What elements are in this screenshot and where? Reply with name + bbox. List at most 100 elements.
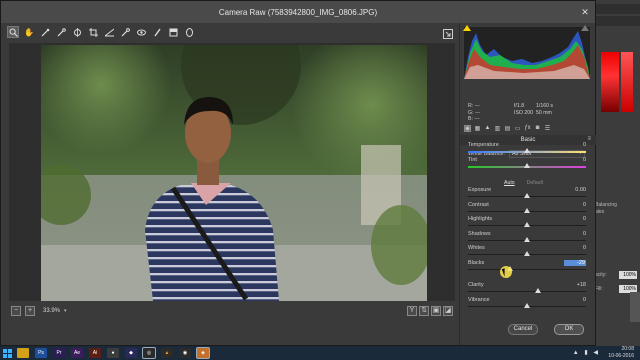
zoom-level[interactable]: 33.9%: [43, 308, 60, 314]
toggle-settings-button[interactable]: ◪: [443, 306, 453, 316]
panel-menu-icon[interactable]: ≡: [587, 136, 591, 142]
swap-settings-button[interactable]: ⇅: [419, 306, 429, 316]
zoom-tool-icon[interactable]: [7, 26, 19, 38]
file-explorer-icon[interactable]: [17, 348, 29, 358]
rgb-readout: R: --- G: --- B: ---: [468, 103, 480, 123]
photo-preview[interactable]: [41, 45, 427, 301]
slider-value[interactable]: 0: [564, 142, 586, 148]
vlc-icon[interactable]: ▲: [161, 348, 173, 358]
slider-value[interactable]: 0: [564, 157, 586, 163]
highlight-clipping-warning-icon[interactable]: [581, 25, 589, 31]
chevron-down-icon[interactable]: ▾: [64, 308, 67, 314]
fullscreen-toggle-icon[interactable]: [443, 26, 453, 44]
slider-thumb[interactable]: [524, 222, 530, 227]
b-label: B:: [468, 116, 473, 123]
slider-thumb[interactable]: [524, 251, 530, 256]
before-after-y-button[interactable]: Y: [407, 306, 417, 316]
photo-image: [41, 45, 427, 301]
tab-presets-icon[interactable]: ☰: [544, 125, 551, 132]
clock[interactable]: 20:08 10-06-2016: [608, 346, 634, 360]
targeted-adjustment-tool-icon[interactable]: [71, 26, 83, 38]
zoom-in-button[interactable]: +: [25, 306, 35, 316]
crop-tool-icon[interactable]: [87, 26, 99, 38]
view-buttons: Y ⇅ ▣ ◪: [407, 306, 453, 316]
graduated-filter-icon[interactable]: [167, 26, 179, 38]
slider-thumb[interactable]: [524, 303, 530, 308]
slider-value-active[interactable]: -29: [564, 260, 586, 266]
g-value: ---: [474, 109, 481, 116]
color-swatch-alt[interactable]: [621, 52, 633, 112]
auto-link[interactable]: Auto: [504, 180, 515, 186]
after-effects-icon[interactable]: Ae: [71, 348, 83, 358]
slider-thumb[interactable]: [524, 193, 530, 198]
slider-value[interactable]: 0: [564, 216, 586, 222]
slider-track[interactable]: [468, 269, 586, 270]
slider-label: Exposure: [468, 187, 492, 193]
slider-value[interactable]: 0.00: [564, 187, 586, 193]
slider-label: Shadows: [468, 231, 491, 237]
copy-settings-button[interactable]: ▣: [431, 306, 441, 316]
slider-value[interactable]: 0: [564, 202, 586, 208]
slider-thumb[interactable]: [524, 163, 530, 168]
shadow-clipping-warning-icon[interactable]: [463, 25, 471, 31]
adjustments-panel: R: --- G: --- B: --- f/1.8 ISO 200 1/160…: [459, 23, 596, 345]
premiere-icon[interactable]: Pr: [53, 348, 65, 358]
default-link[interactable]: Default: [527, 180, 543, 186]
chrome-icon[interactable]: ●: [107, 348, 119, 358]
tab-hsl-icon[interactable]: ▥: [494, 125, 501, 132]
zoom-out-button[interactable]: −: [11, 306, 21, 316]
app-icon[interactable]: ◉: [179, 348, 191, 358]
slider-blacks: Blacks -29: [468, 260, 588, 274]
slider-value[interactable]: +18: [564, 282, 586, 288]
slider-value[interactable]: 0: [564, 231, 586, 237]
title-bar: Camera Raw (7583942800_IMG_0806.JPG) ✕: [1, 1, 595, 23]
tab-lens-icon[interactable]: ▭: [514, 125, 521, 132]
slider-thumb[interactable]: [524, 148, 530, 153]
slider-label: Contrast: [468, 202, 489, 208]
slider-thumb[interactable]: [524, 237, 530, 242]
tab-camera-calibration-icon[interactable]: ◙: [534, 125, 541, 132]
tab-split-toning-icon[interactable]: ▤: [504, 125, 511, 132]
media-icon[interactable]: ◆: [125, 348, 137, 358]
slider-thumb[interactable]: [534, 288, 541, 293]
slider-thumb[interactable]: [524, 208, 530, 213]
close-icon[interactable]: ✕: [575, 1, 595, 23]
ps-scrollbar[interactable]: [630, 292, 640, 322]
camera-raw-icon[interactable]: ◈: [197, 348, 209, 358]
browser-icon[interactable]: ◎: [143, 348, 155, 358]
tab-detail-icon[interactable]: ▲: [484, 125, 491, 132]
white-balance-tool-icon[interactable]: [39, 26, 51, 38]
aperture: f/1.8: [514, 103, 525, 109]
slider-label: Temperature: [468, 142, 499, 148]
tab-tone-curve-icon[interactable]: ▦: [474, 125, 481, 132]
cancel-button[interactable]: Cancel: [508, 324, 538, 335]
r-label: R:: [468, 103, 474, 109]
straighten-tool-icon[interactable]: [103, 26, 115, 38]
color-sampler-tool-icon[interactable]: [55, 26, 67, 38]
system-tray-icons[interactable]: ▲ ▮ ◀: [573, 349, 600, 356]
slider-label: Tint: [468, 157, 477, 163]
slider-value[interactable]: 0: [564, 297, 586, 303]
ok-button[interactable]: OK: [554, 324, 584, 335]
slider-clarity: Clarity +18: [468, 282, 588, 296]
adjustment-brush-icon[interactable]: [151, 26, 163, 38]
red-eye-tool-icon[interactable]: [135, 26, 147, 38]
hand-tool-icon[interactable]: ✋: [23, 26, 35, 38]
slider-temperature: Temperature 0: [468, 142, 588, 156]
opacity-field[interactable]: 100%: [619, 271, 637, 279]
image-canvas[interactable]: [9, 43, 455, 301]
slider-highlights: Highlights 0: [468, 216, 588, 230]
illustrator-icon[interactable]: Ai: [89, 348, 101, 358]
g-label: G:: [468, 109, 474, 116]
photoshop-icon[interactable]: Ps: [35, 348, 47, 358]
slider-value[interactable]: 0: [564, 245, 586, 251]
color-swatch[interactable]: [601, 52, 619, 112]
exif-left: f/1.8 ISO 200: [514, 103, 533, 116]
slider-track[interactable]: [468, 291, 586, 292]
tab-effects-icon[interactable]: ƒx: [524, 125, 531, 132]
spot-removal-tool-icon[interactable]: [119, 26, 131, 38]
tab-basic-icon[interactable]: ◉: [464, 124, 471, 132]
radial-filter-icon[interactable]: [183, 26, 195, 38]
windows-start-icon[interactable]: [0, 346, 14, 360]
slider-tint: Tint 0: [468, 157, 588, 171]
